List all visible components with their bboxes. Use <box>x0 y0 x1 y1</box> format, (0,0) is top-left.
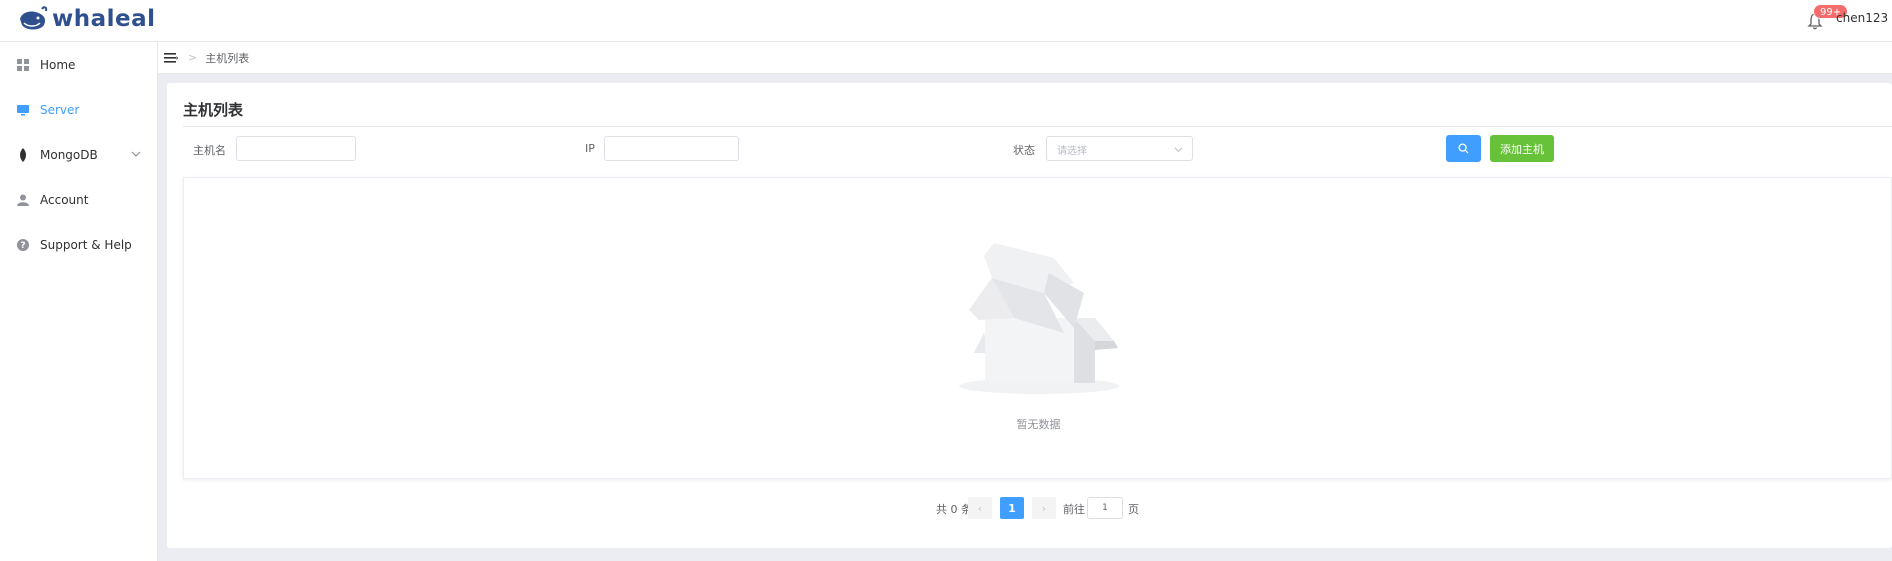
prev-page-button[interactable]: ‹ <box>968 497 992 519</box>
sidebar-item-label: MongoDB <box>40 147 98 162</box>
user-menu[interactable]: chen123 <box>1836 11 1888 25</box>
sidebar: Home Server MongoDB Account ? Support & … <box>0 42 158 561</box>
logo-text: whaleal <box>52 6 156 32</box>
sidebar-item-home[interactable]: Home <box>0 42 157 87</box>
page-title: 主机列表 <box>183 101 244 119</box>
search-button[interactable] <box>1446 135 1481 162</box>
svg-text:?: ? <box>20 241 25 251</box>
sidebar-item-label: Support & Help <box>40 237 132 252</box>
status-label: 状态 <box>1013 144 1035 157</box>
chevron-down-icon <box>131 151 141 157</box>
sidebar-item-mongodb[interactable]: MongoDB <box>0 132 157 177</box>
monitor-icon <box>16 103 30 117</box>
main-content: > 主机列表 主机列表 主机名 IP 状态 请选择 添加主机 暂无数据 共 0 … <box>158 42 1892 561</box>
empty-state-text: 暂无数据 <box>1016 418 1061 431</box>
hostname-label: 主机名 <box>193 144 226 157</box>
sidebar-item-label: Home <box>40 57 76 72</box>
hostname-input[interactable] <box>236 136 356 161</box>
ip-input[interactable] <box>604 136 739 161</box>
sidebar-item-server[interactable]: Server <box>0 87 157 132</box>
breadcrumb-separator: > <box>188 51 198 64</box>
user-icon <box>16 193 30 207</box>
goto-label: 前往 <box>1063 503 1085 516</box>
search-icon <box>1458 143 1469 154</box>
chevron-left-icon: ‹ <box>977 501 983 515</box>
goto-page-input[interactable]: 1 <box>1087 497 1123 519</box>
host-table: 暂无数据 <box>183 177 1892 479</box>
sidebar-item-label: Account <box>40 192 89 207</box>
content-card: 主机列表 主机名 IP 状态 请选择 添加主机 暂无数据 共 0 条 ‹ 1 ›… <box>167 83 1892 548</box>
logo[interactable]: whaleal <box>18 2 156 36</box>
empty-box-illustration <box>959 243 1119 394</box>
grid-icon <box>16 58 30 72</box>
page-number-button[interactable]: 1 <box>1000 497 1024 519</box>
status-select-placeholder: 请选择 <box>1057 146 1087 157</box>
breadcrumb-current: 主机列表 <box>205 51 250 65</box>
sidebar-item-account[interactable]: Account <box>0 177 157 222</box>
chevron-right-icon: › <box>1041 501 1047 515</box>
question-icon: ? <box>16 238 30 252</box>
status-select[interactable]: 请选择 <box>1046 136 1193 161</box>
ip-label: IP <box>585 142 595 155</box>
whale-logo-icon <box>20 6 48 30</box>
sidebar-item-label: Server <box>40 102 80 117</box>
add-host-button[interactable]: 添加主机 <box>1490 135 1554 162</box>
menu-toggle-icon[interactable] <box>164 52 178 64</box>
title-divider <box>183 126 1892 127</box>
leaf-icon <box>16 147 30 162</box>
top-header: whaleal 99+ chen123 <box>0 0 1892 42</box>
breadcrumb: > 主机列表 <box>158 42 1892 74</box>
chevron-down-icon <box>1174 147 1183 153</box>
pagination-total: 共 0 条 <box>936 503 972 516</box>
page-suffix-label: 页 <box>1128 503 1139 516</box>
next-page-button[interactable]: › <box>1032 497 1056 519</box>
sidebar-item-support[interactable]: ? Support & Help <box>0 222 157 267</box>
